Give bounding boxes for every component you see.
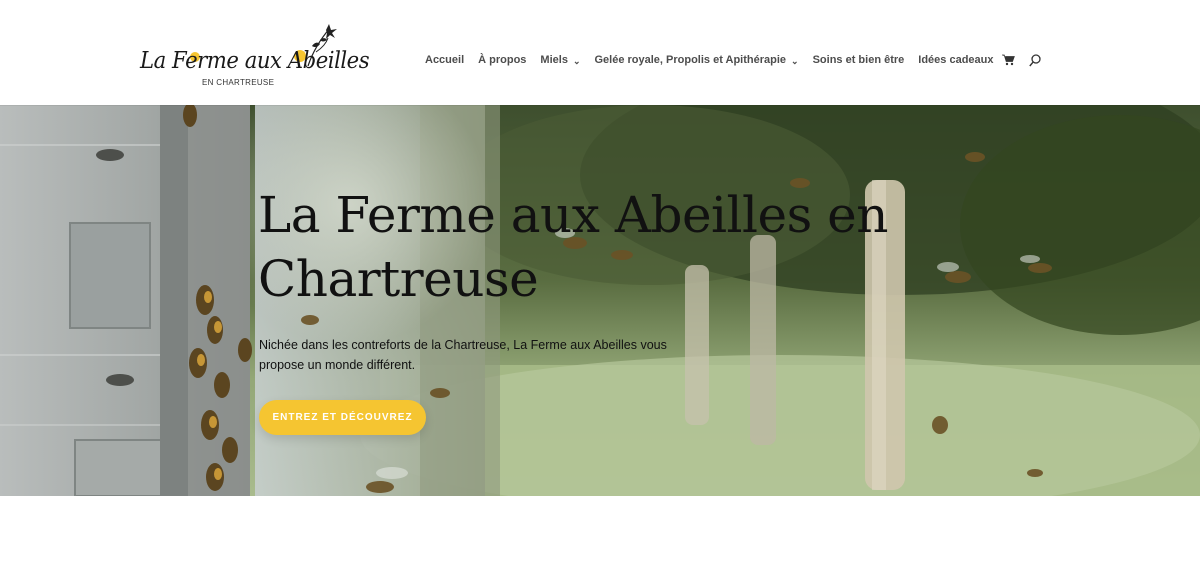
nav-item-label: Soins et bien être <box>812 54 905 66</box>
nav-item-label: Gelée royale, Propolis et Apithérapie <box>594 54 787 66</box>
nav-item-miels[interactable]: Miels ⌄ <box>540 54 580 66</box>
shopping-cart-icon[interactable] <box>1001 54 1015 66</box>
nav-item-soins[interactable]: Soins et bien être <box>813 54 905 66</box>
logo-title: La Ferme aux Abeilles <box>140 48 370 74</box>
hero-description: Nichée dans les contreforts de la Chartr… <box>259 338 667 372</box>
nav-item-label: Accueil <box>425 54 465 66</box>
site-header: La Ferme aux Abeilles EN CHARTREUSE Accu… <box>0 0 1200 105</box>
nav-item-a-propos[interactable]: À propos <box>478 54 526 66</box>
nav-item-idees-cadeaux[interactable]: Idées cadeaux <box>918 54 993 66</box>
chevron-down-icon: ⌄ <box>572 55 581 66</box>
logo-subtitle: EN CHARTREUSE <box>202 78 275 87</box>
nav-item-gelee-royale[interactable]: Gelée royale, Propolis et Apithérapie ⌄ <box>594 54 798 66</box>
site-logo[interactable]: La Ferme aux Abeilles EN CHARTREUSE <box>140 18 370 90</box>
hero-title: La Ferme aux Abeilles en Chartreuse <box>258 186 888 308</box>
chevron-down-icon: ⌄ <box>791 55 799 66</box>
nav-item-label: À propos <box>478 54 527 66</box>
main-nav: Accueil À propos Miels ⌄ Gelée royale, P… <box>425 52 1041 68</box>
nav-item-label: Miels <box>540 54 568 66</box>
nav-item-label: Idées cadeaux <box>918 54 994 66</box>
hero-section: La Ferme aux Abeilles en Chartreuse Nich… <box>0 105 1200 496</box>
search-icon[interactable] <box>1028 53 1041 67</box>
cta-button[interactable]: ENTREZ ET DÉCOUVREZ <box>259 400 426 435</box>
nav-item-accueil[interactable]: Accueil <box>425 54 464 66</box>
